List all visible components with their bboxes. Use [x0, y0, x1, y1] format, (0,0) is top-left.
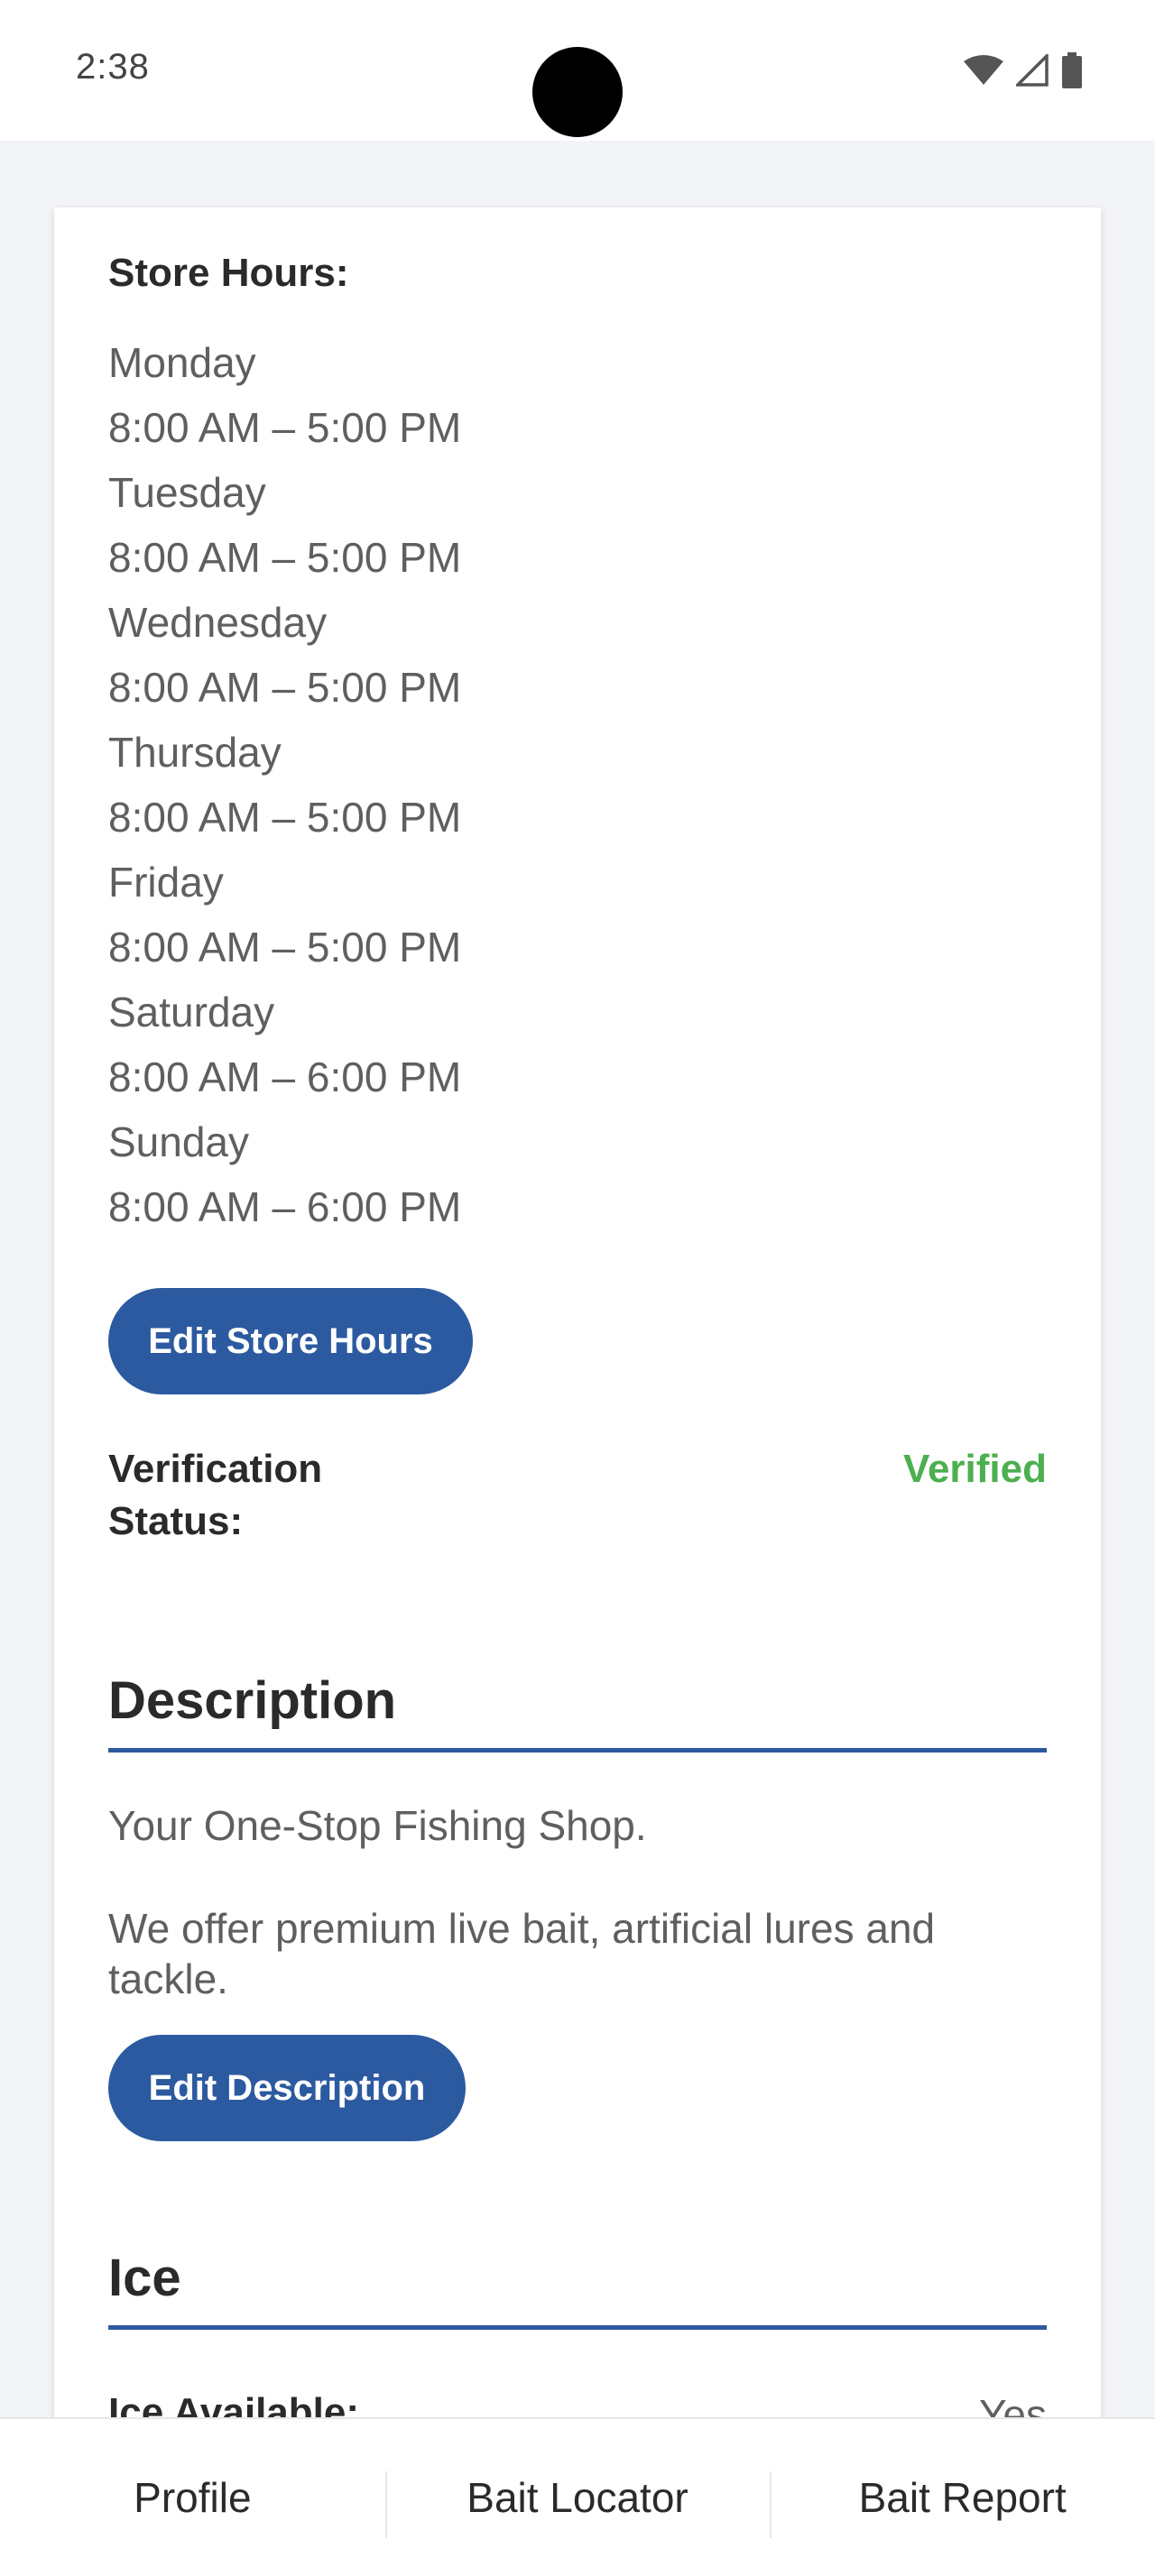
hours-time: 8:00 AM – 6:00 PM: [108, 1053, 462, 1100]
description-body: We offer premium live bait, artificial l…: [108, 1905, 936, 2002]
description-divider: [108, 1748, 1047, 1753]
hours-time: 8:00 AM – 6:00 PM: [108, 1183, 462, 1230]
store-hours-list: Monday 8:00 AM – 5:00 PM Tuesday 8:00 AM…: [108, 330, 461, 1239]
hours-time: 8:00 AM – 5:00 PM: [108, 924, 462, 971]
status-time: 2:38: [76, 47, 150, 87]
status-icons: [964, 51, 1083, 90]
store-hours-label: Store Hours:: [108, 251, 349, 295]
signal-icon: [1016, 54, 1049, 87]
nav-bait-locator[interactable]: Bait Locator: [384, 2419, 771, 2576]
hours-time: 8:00 AM – 5:00 PM: [108, 534, 462, 581]
description-tagline: Your One-Stop Fishing Shop.: [108, 1802, 647, 1849]
camera-cutout: [532, 47, 623, 137]
edit-description-button[interactable]: Edit Description: [108, 2035, 466, 2141]
description-heading: Description: [108, 1671, 397, 1730]
battery-icon: [1061, 52, 1083, 88]
hours-time: 8:00 AM – 5:00 PM: [108, 794, 462, 841]
hours-day: Monday: [108, 339, 256, 386]
hours-day: Tuesday: [108, 469, 266, 516]
wifi-icon: [964, 54, 1003, 87]
ice-divider: [108, 2325, 1047, 2330]
verification-status-value: Verified: [903, 1447, 1047, 1491]
nav-bait-report[interactable]: Bait Report: [770, 2419, 1155, 2576]
verification-status-label: Verification Status:: [108, 1447, 323, 1543]
hours-time: 8:00 AM – 5:00 PM: [108, 664, 462, 711]
hours-day: Sunday: [108, 1118, 250, 1165]
hours-day: Friday: [108, 859, 224, 906]
edit-store-hours-button[interactable]: Edit Store Hours: [108, 1288, 473, 1394]
hours-day: Saturday: [108, 989, 275, 1035]
nav-profile[interactable]: Profile: [0, 2419, 385, 2576]
hours-day: Thursday: [108, 729, 282, 776]
hours-time: 8:00 AM – 5:00 PM: [108, 404, 462, 451]
status-bar: 2:38: [0, 0, 1155, 141]
ice-heading: Ice: [108, 2249, 181, 2307]
hours-day: Wednesday: [108, 599, 328, 646]
bottom-nav: Profile Bait Locator Bait Report: [0, 2417, 1155, 2576]
